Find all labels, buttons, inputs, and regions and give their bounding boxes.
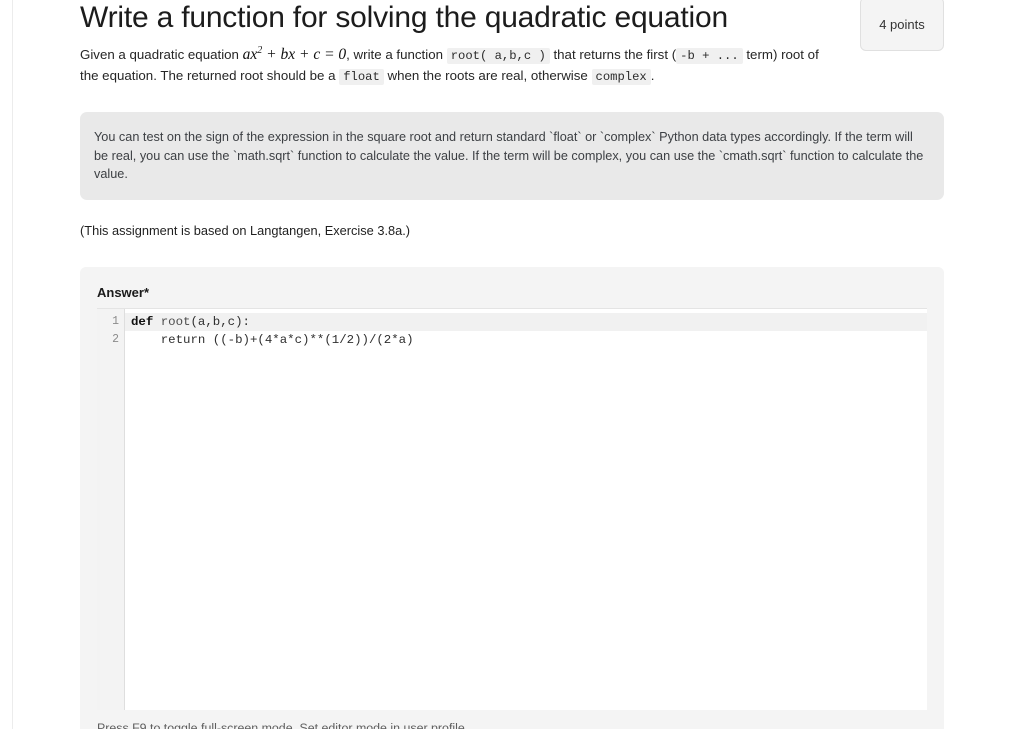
editor-footer-text: Press F9 to toggle full-screen mode. Set…: [97, 720, 404, 729]
code-line[interactable]: def root(a,b,c):: [125, 312, 927, 331]
quadratic-equation-math: ax2 + bx + c = 0: [242, 45, 347, 63]
attribution-text: (This assignment is based on Langtangen,…: [80, 222, 411, 238]
math-ax: ax: [242, 46, 258, 63]
assignment-description: Given a quadratic equation ax2 + bx + c …: [80, 45, 840, 87]
content-column: Write a function for solving the quadrat…: [80, 0, 944, 729]
code-root-signature: root( a,b,c ): [446, 48, 550, 64]
editor-footer-tail: .: [464, 720, 469, 729]
math-rest: + bx + c = 0: [262, 46, 347, 63]
description-text-1: Given a quadratic equation: [80, 47, 243, 62]
code-line[interactable]: return ((-b)+(4*a*c)**(1/2))/(2*a): [125, 331, 927, 349]
code-line-text: (a,b,c):: [190, 314, 251, 329]
code-function-name: root: [153, 314, 191, 329]
editor-footer: Press F9 to toggle full-screen mode. Set…: [97, 720, 468, 729]
answer-label: Answer*: [97, 284, 150, 300]
line-number: 1: [112, 314, 119, 328]
description-text-2: , write a function: [346, 47, 447, 62]
user-profile-link[interactable]: user profile: [403, 721, 464, 729]
code-keyword: def: [131, 314, 154, 329]
editor-gutter: 1 2: [97, 308, 125, 710]
hint-box: You can test on the sign of the expressi…: [80, 112, 944, 200]
page-title: Write a function for solving the quadrat…: [80, 1, 728, 34]
assignment-page: Write a function for solving the quadrat…: [0, 0, 1024, 729]
points-badge: 4 points: [860, 0, 944, 51]
code-line-text: return ((-b)+(4*a*c)**(1/2))/(2*a): [131, 332, 414, 347]
hint-text: You can test on the sign of the expressi…: [94, 130, 924, 182]
answer-panel: Answer* 1 2 def root(a,b,c): return ((-b…: [80, 266, 944, 729]
editor-code-area[interactable]: def root(a,b,c): return ((-b)+(4*a*c)**(…: [125, 309, 927, 710]
code-float-type: float: [339, 69, 384, 85]
description-text-6: .: [650, 68, 655, 83]
description-text-5: when the roots are real, otherwise: [383, 68, 592, 83]
header: Write a function for solving the quadrat…: [80, 0, 944, 51]
code-editor[interactable]: 1 2 def root(a,b,c): return ((-b)+(4*a*c…: [97, 307, 927, 710]
points-badge-label: 4 points: [879, 16, 925, 32]
code-term-expression: -b + ...: [676, 48, 743, 64]
line-number: 2: [112, 332, 119, 346]
left-rail-divider: [12, 0, 13, 729]
code-complex-type: complex: [591, 69, 651, 85]
description-text-3: that returns the first (: [549, 47, 677, 62]
